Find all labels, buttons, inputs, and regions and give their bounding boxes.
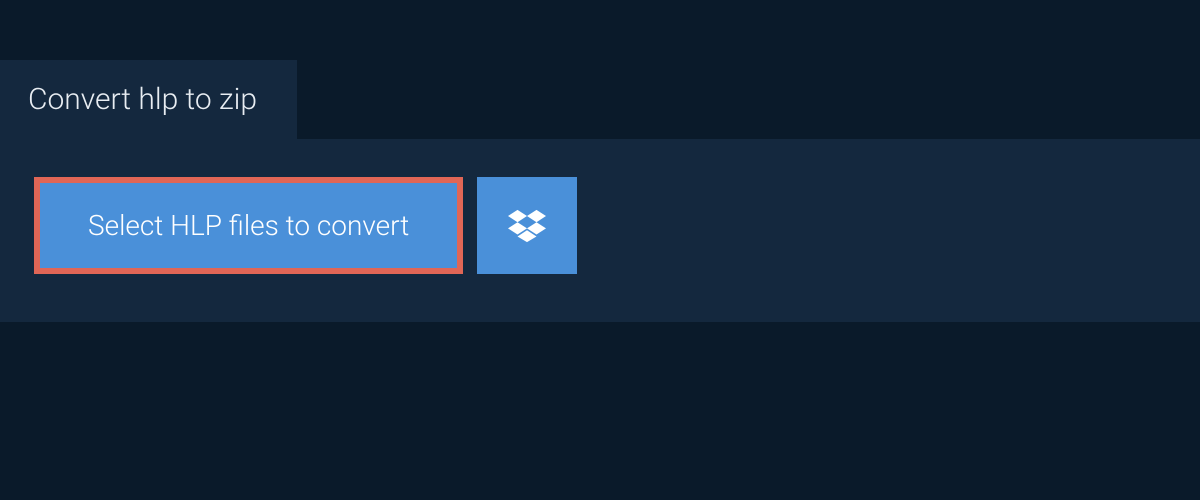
select-files-button[interactable]: Select HLP files to convert	[34, 177, 463, 274]
dropbox-icon	[508, 209, 546, 243]
page-title: Convert hlp to zip	[28, 82, 257, 117]
conversion-panel: Select HLP files to convert	[0, 139, 1200, 322]
button-row: Select HLP files to convert	[34, 177, 1166, 274]
select-files-label: Select HLP files to convert	[88, 209, 409, 242]
dropbox-button[interactable]	[477, 177, 577, 274]
tab-header: Convert hlp to zip	[0, 60, 297, 139]
